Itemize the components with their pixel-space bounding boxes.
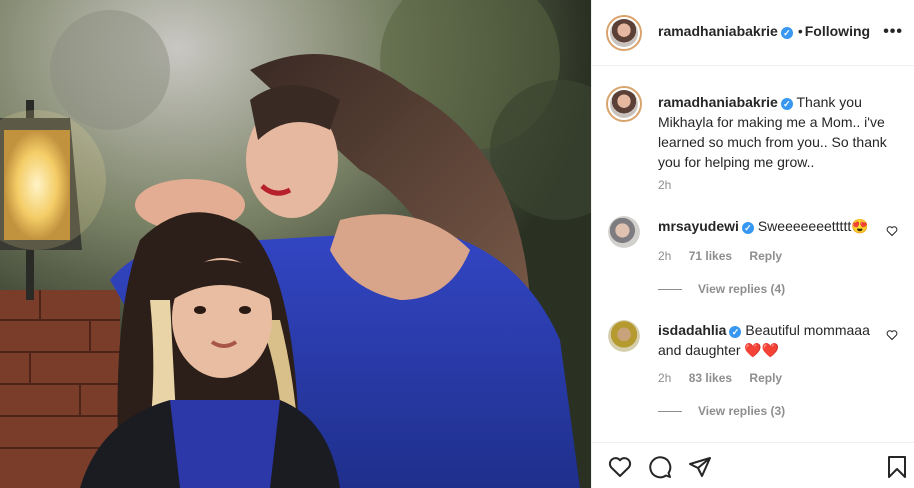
comment-username[interactable]: isdadahlia xyxy=(658,322,726,338)
comment-like-heart-icon[interactable] xyxy=(886,329,898,341)
following-button[interactable]: Following xyxy=(805,23,870,39)
comment-emoji: ❤️❤️ xyxy=(744,342,780,358)
verified-icon: ✓ xyxy=(780,27,793,39)
caption-timestamp[interactable]: 2h xyxy=(658,178,671,192)
view-replies-label: View replies (3) xyxy=(698,404,786,418)
comment-timestamp[interactable]: 2h xyxy=(658,371,671,385)
comment-meta: 2h 83 likes Reply xyxy=(658,371,796,385)
caption-username[interactable]: ramadhaniabakrie xyxy=(658,94,778,110)
view-replies-label: View replies (4) xyxy=(698,282,786,296)
author-username[interactable]: ramadhaniabakrie xyxy=(658,23,778,39)
comment-likes[interactable]: 83 likes xyxy=(689,371,732,385)
commenter-avatar[interactable] xyxy=(608,216,640,248)
comment-reply-button[interactable]: Reply xyxy=(749,371,782,385)
view-replies-button[interactable]: View replies (4) xyxy=(658,282,785,296)
comment-item: mrsayudewi ✓ Sweeeeeeettttt😍 xyxy=(658,216,888,236)
comment-item: isdadahlia ✓ Beautiful mommaaa and daught… xyxy=(658,320,888,360)
verified-icon: ✓ xyxy=(741,222,754,234)
replies-line xyxy=(658,289,682,291)
commenter-avatar[interactable] xyxy=(608,320,640,352)
view-replies-button[interactable]: View replies (3) xyxy=(658,404,785,418)
photo-illustration xyxy=(0,0,591,488)
post-header: ramadhaniabakrie ✓ • Following ••• xyxy=(592,0,914,66)
comment-username[interactable]: mrsayudewi xyxy=(658,218,739,234)
replies-line xyxy=(658,411,682,413)
share-icon[interactable] xyxy=(688,455,712,479)
verified-icon: ✓ xyxy=(729,326,742,338)
post-action-bar xyxy=(592,442,914,488)
post-photo[interactable] xyxy=(0,0,591,488)
more-options-icon[interactable]: ••• xyxy=(883,23,903,41)
verified-icon: ✓ xyxy=(780,98,793,110)
comment-meta: 2h 71 likes Reply xyxy=(658,249,796,263)
comment-emoji: 😍 xyxy=(851,218,869,234)
comment-text: Sweeeeeeettttt xyxy=(757,218,852,234)
comment-icon[interactable] xyxy=(648,455,672,479)
post-caption: ramadhaniabakrie ✓ Thank you Mikhayla for… xyxy=(658,92,898,172)
comment-likes[interactable]: 71 likes xyxy=(689,249,732,263)
author-avatar[interactable] xyxy=(606,15,642,51)
caption-author-avatar[interactable] xyxy=(606,86,642,122)
post-side-panel: ramadhaniabakrie ✓ • Following ••• ramadhan… xyxy=(591,0,914,488)
comment-like-heart-icon[interactable] xyxy=(886,225,898,237)
separator-dot: • xyxy=(797,23,803,39)
header-text: ramadhaniabakrie ✓ • Following xyxy=(658,23,870,41)
like-heart-icon[interactable] xyxy=(608,455,632,479)
comment-timestamp[interactable]: 2h xyxy=(658,249,671,263)
save-bookmark-icon[interactable] xyxy=(887,455,907,479)
comment-reply-button[interactable]: Reply xyxy=(749,249,782,263)
